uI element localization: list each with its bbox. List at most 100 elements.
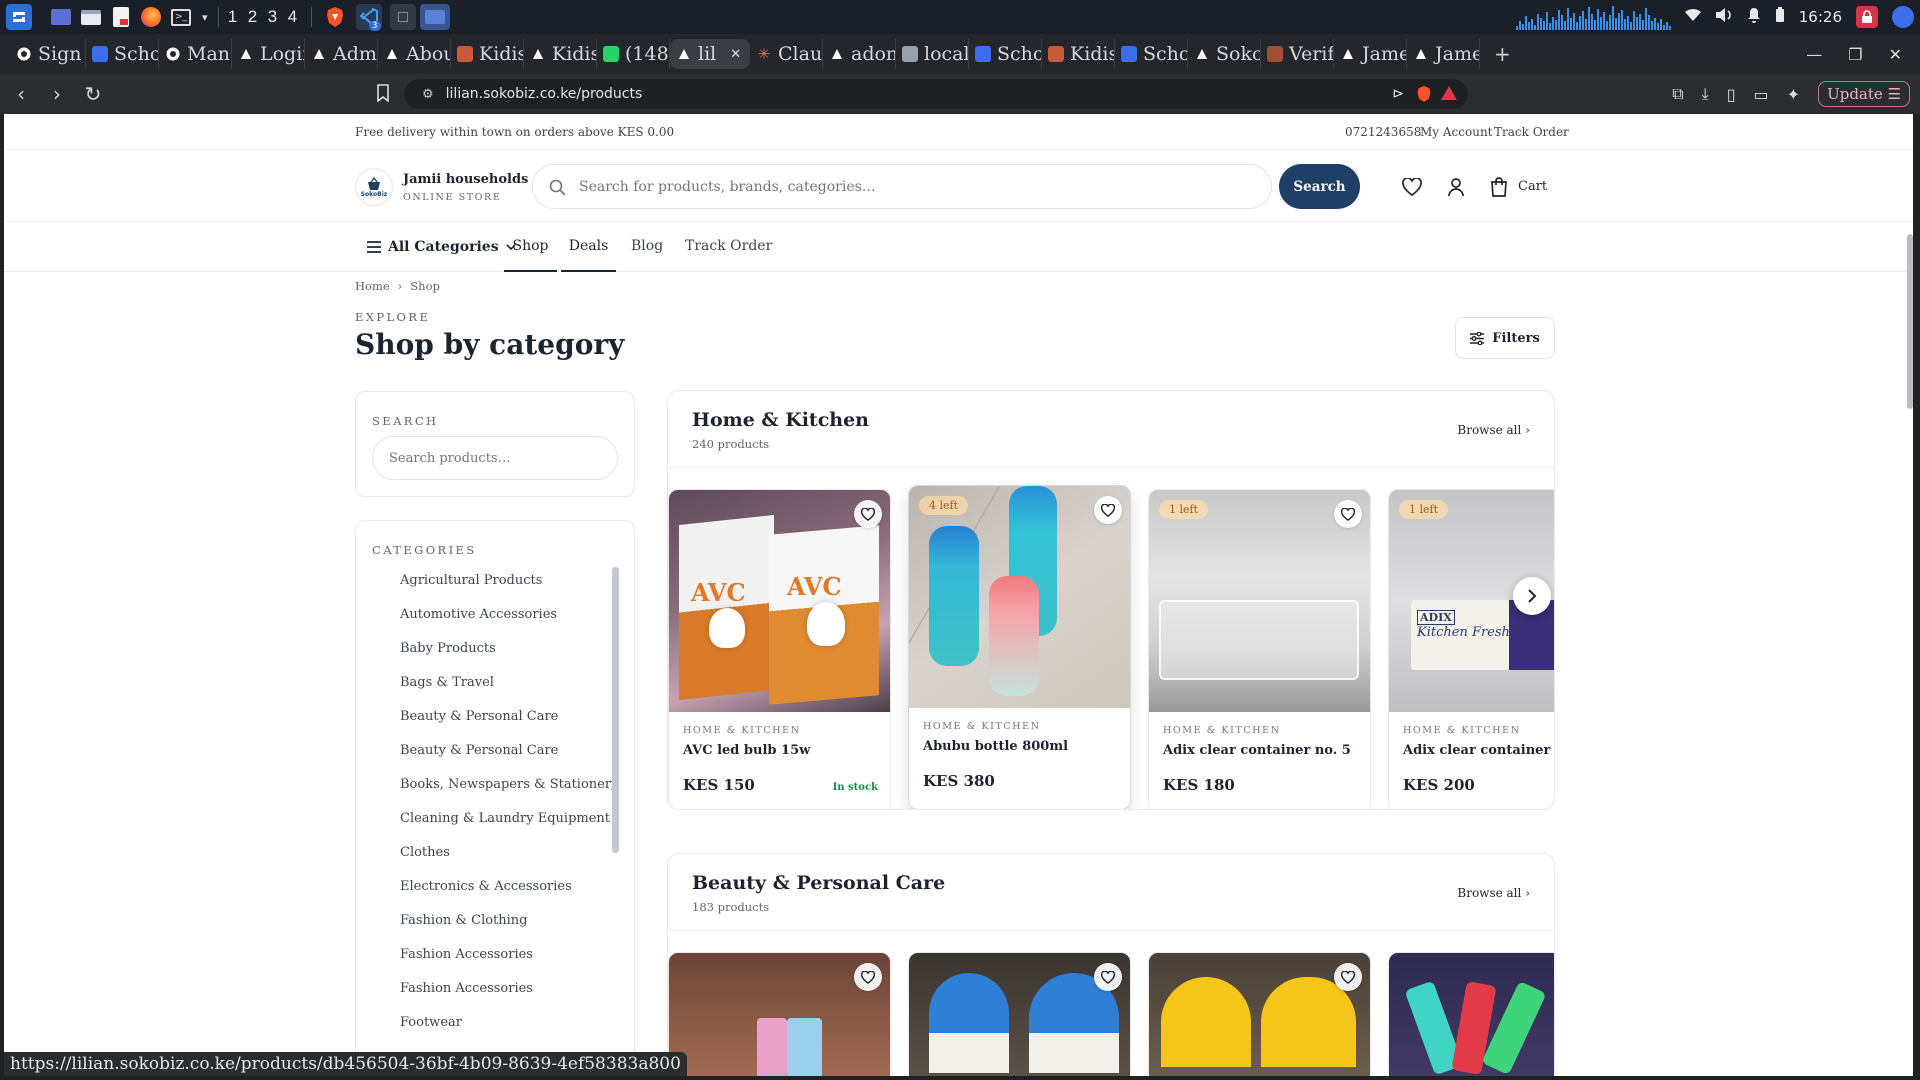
browser-tab[interactable]: Kidis xyxy=(1042,39,1115,69)
wishlist-heart-icon[interactable] xyxy=(854,963,882,991)
browser-tab[interactable]: Login xyxy=(232,39,305,69)
reload-icon[interactable]: ↻ xyxy=(78,82,108,106)
browser-tab[interactable]: local xyxy=(896,39,969,69)
workspace-3[interactable]: 3 xyxy=(263,7,283,27)
forward-icon[interactable]: › xyxy=(42,82,72,106)
browser-tab[interactable]: Abou xyxy=(378,39,451,69)
product-card[interactable] xyxy=(1388,952,1554,1076)
browser-tab[interactable]: Verif xyxy=(1261,39,1334,69)
minimize-icon[interactable]: — xyxy=(1806,45,1822,64)
my-account-link[interactable]: My Account xyxy=(1420,125,1493,139)
update-button[interactable]: Update ☰ xyxy=(1818,81,1910,107)
category-list-item[interactable]: Cleaning & Laundry Equipment xyxy=(400,811,610,826)
account-icon[interactable] xyxy=(1447,177,1465,197)
browser-tab[interactable]: Adm xyxy=(305,39,378,69)
track-order-link[interactable]: Track Order xyxy=(1494,125,1569,139)
product-card[interactable] xyxy=(908,952,1131,1076)
carousel-next-button[interactable] xyxy=(1513,577,1551,615)
brave-shields-icon[interactable] xyxy=(1416,85,1432,107)
breadcrumb-home[interactable]: Home xyxy=(355,279,390,293)
bookmark-icon[interactable] xyxy=(376,84,390,106)
product-name[interactable]: AVC led bulb 15w xyxy=(683,743,810,758)
category-list-item[interactable]: Beauty & Personal Care xyxy=(400,709,558,724)
category-list-item[interactable]: Automotive Accessories xyxy=(400,607,557,622)
terminal-icon[interactable]: >_ xyxy=(168,4,194,30)
wishlist-heart-icon[interactable] xyxy=(1094,496,1122,524)
browser-tab[interactable]: Jame xyxy=(1407,39,1480,69)
nav-blog[interactable]: Blog xyxy=(631,222,663,272)
vscode-icon[interactable]: 3 xyxy=(355,4,382,31)
sidebar-toggle-icon[interactable]: ▯ xyxy=(1727,85,1736,104)
page-scrollbar[interactable] xyxy=(1907,234,1913,409)
url-text[interactable]: lilian.sokobiz.co.ke/products xyxy=(446,86,643,102)
cart-label[interactable]: Cart xyxy=(1518,179,1547,194)
product-card[interactable] xyxy=(668,952,891,1076)
product-card[interactable]: 4 left HOME & KITCHEN Abubu bottle 800ml… xyxy=(908,485,1131,809)
category-list-item[interactable]: Beauty & Personal Care xyxy=(400,743,558,758)
browser-tab[interactable]: Mana xyxy=(159,39,232,69)
browser-tab[interactable]: Scho xyxy=(969,39,1042,69)
product-card[interactable] xyxy=(1148,952,1371,1076)
lock-icon[interactable] xyxy=(1856,6,1878,28)
nav-deals[interactable]: Deals xyxy=(561,222,616,272)
user-menu-icon[interactable] xyxy=(1892,6,1914,28)
category-list-scrollbar[interactable] xyxy=(612,567,619,853)
browser-tab[interactable]: Soko xyxy=(1188,39,1261,69)
wallet-icon[interactable]: ▭ xyxy=(1754,85,1769,104)
category-list-item[interactable]: Footwear xyxy=(400,1015,462,1030)
firefox-icon[interactable] xyxy=(138,4,164,30)
chevron-down-icon[interactable]: ▾ xyxy=(202,11,208,24)
workspace-1[interactable]: 1 xyxy=(223,7,243,27)
store-name[interactable]: Jamii households xyxy=(403,172,528,187)
phone-number[interactable]: 0721243658 xyxy=(1345,125,1421,139)
product-name[interactable]: Adix clear container no. 5 xyxy=(1163,743,1351,758)
brave-icon[interactable] xyxy=(322,4,348,30)
browse-all-link[interactable]: Browse all › xyxy=(1457,886,1530,900)
wishlist-heart-icon[interactable] xyxy=(1334,963,1362,991)
filters-button[interactable]: Filters xyxy=(1455,317,1555,359)
wifi-icon[interactable] xyxy=(1684,8,1701,26)
close-tab-icon[interactable]: ✕ xyxy=(730,47,741,62)
browser-tab[interactable]: Scho xyxy=(1115,39,1188,69)
back-icon[interactable]: ‹ xyxy=(6,82,36,106)
nav-shop[interactable]: Shop xyxy=(504,222,557,272)
browser-tab[interactable]: Kidis xyxy=(451,39,524,69)
category-list-item[interactable]: Fashion & Clothing xyxy=(400,913,528,928)
all-categories-dropdown[interactable]: All Categories xyxy=(367,222,516,272)
workspace-2[interactable]: 2 xyxy=(243,7,263,27)
category-list-item[interactable]: Fashion Accessories xyxy=(400,947,533,962)
browse-all-link[interactable]: Browse all › xyxy=(1457,423,1530,437)
site-info-icon[interactable]: ⚙ xyxy=(422,87,434,102)
folder-icon[interactable] xyxy=(419,4,450,30)
browser-tab[interactable]: Jame xyxy=(1334,39,1407,69)
category-list-item[interactable]: Books, Newspapers & Stationery xyxy=(400,777,618,792)
launcher-icon[interactable] xyxy=(6,4,32,30)
nav-track-order[interactable]: Track Order xyxy=(685,222,772,272)
brave-rewards-icon[interactable] xyxy=(1440,85,1458,105)
volume-icon[interactable] xyxy=(1715,7,1733,27)
header-search-field[interactable] xyxy=(532,164,1272,209)
search-button[interactable]: Search xyxy=(1279,164,1360,209)
download-icon[interactable]: ⤓ xyxy=(1702,84,1709,104)
sidebar-search-input[interactable] xyxy=(372,436,618,480)
wishlist-heart-icon[interactable] xyxy=(1334,500,1362,528)
category-list-item[interactable]: Electronics & Accessories xyxy=(400,879,572,894)
clock[interactable]: 16:26 xyxy=(1799,8,1842,26)
window-thumbnail-icon[interactable] xyxy=(389,4,416,30)
browser-tab[interactable]: Kidis xyxy=(524,39,597,69)
maximize-icon[interactable]: ❐ xyxy=(1848,45,1862,64)
product-name[interactable]: Abubu bottle 800ml xyxy=(923,739,1068,754)
screenshot-icon[interactable]: ⧉ xyxy=(1672,84,1683,104)
leo-ai-icon[interactable]: ✦ xyxy=(1787,85,1800,104)
store-logo[interactable]: SokoBiz xyxy=(355,168,393,206)
browser-tab[interactable]: (148 xyxy=(597,39,670,69)
address-bar[interactable]: ⚙ lilian.sokobiz.co.ke/products ⊳ xyxy=(404,79,1468,109)
product-card[interactable]: ADIX Kitchen Fresh 1 left HOME & KITCHEN… xyxy=(1388,489,1554,809)
wishlist-heart-icon[interactable] xyxy=(1402,178,1422,196)
product-card[interactable]: 1 left HOME & KITCHEN Adix clear contain… xyxy=(1148,489,1371,809)
desktop-icon[interactable] xyxy=(48,4,74,30)
new-tab-icon[interactable]: + xyxy=(1494,42,1511,66)
category-list-item[interactable]: Fashion Accessories xyxy=(400,981,533,996)
category-list-item[interactable]: Baby Products xyxy=(400,641,496,656)
category-list-item[interactable]: Clothes xyxy=(400,845,450,860)
